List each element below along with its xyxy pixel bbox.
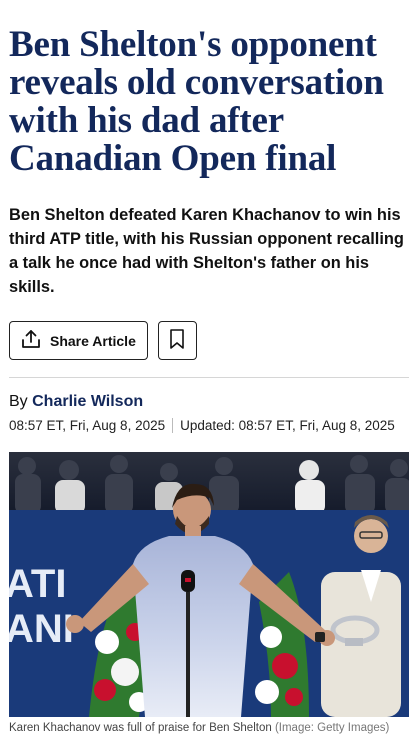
article: Ben Shelton's opponent reveals old conve…: [0, 26, 420, 735]
photo-credit: (Image: Getty Images): [274, 722, 390, 734]
share-article-button[interactable]: Share Article: [9, 321, 148, 360]
photo-caption: Karen Khachanov was full of praise for B…: [9, 721, 409, 735]
date-separator: [172, 418, 174, 433]
byline: By Charlie Wilson: [9, 393, 409, 411]
headline: Ben Shelton's opponent reveals old conve…: [9, 24, 384, 179]
banner-text-bottom: ANI: [9, 607, 74, 651]
share-upload-icon: [20, 328, 42, 353]
bookmark-icon: [167, 328, 187, 353]
article-photo: ATI ANI: [9, 452, 409, 717]
author-link[interactable]: Charlie Wilson: [32, 393, 143, 410]
updated-time: Updated: 08:57 ET, Fri, Aug 8, 2025: [180, 418, 395, 433]
standfirst: Ben Shelton defeated Karen Khachanov to …: [9, 206, 404, 296]
article-dates: 08:57 ET, Fri, Aug 8, 2025 Updated: 08:5…: [9, 418, 409, 433]
article-actions: Share Article: [9, 321, 409, 360]
bookmark-button[interactable]: [157, 321, 197, 360]
photo-illustration: ATI ANI: [9, 452, 409, 717]
published-time: 08:57 ET, Fri, Aug 8, 2025: [9, 418, 166, 433]
banner-text-top: ATI: [9, 562, 66, 606]
share-article-label: Share Article: [50, 332, 136, 349]
byline-prefix: By: [9, 393, 28, 410]
divider: [9, 377, 409, 378]
caption-text: Karen Khachanov was full of praise for B…: [9, 722, 272, 734]
